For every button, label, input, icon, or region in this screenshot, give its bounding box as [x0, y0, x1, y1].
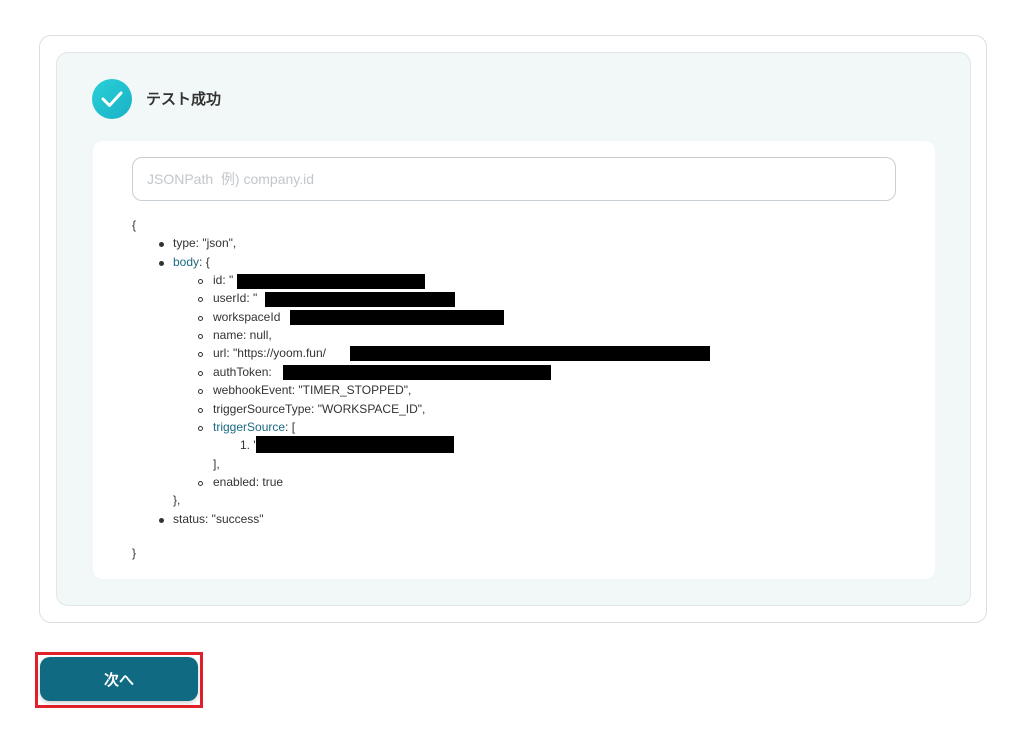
- json-array-close: ],: [213, 457, 220, 471]
- list-bullet: [159, 261, 164, 266]
- json-authtoken-line: authToken:: [213, 365, 272, 379]
- json-url-line: url: "https://yoom.fun/: [213, 346, 326, 360]
- json-status-line: status: "success": [173, 512, 264, 526]
- json-body-close: },: [173, 493, 181, 507]
- list-circle: [198, 352, 203, 357]
- json-triggersource-line: triggerSource: [: [213, 420, 296, 434]
- json-triggersource-item: 1. ": [240, 438, 258, 452]
- json-body-key[interactable]: body: [173, 255, 199, 269]
- list-circle: [198, 481, 203, 486]
- redaction-bar: [265, 292, 455, 307]
- redaction-bar: [290, 310, 504, 325]
- list-circle: [198, 389, 203, 394]
- json-userid-line: userId: ": [213, 291, 258, 305]
- list-circle: [198, 316, 203, 321]
- list-bullet: [159, 518, 164, 523]
- redaction-bar: [350, 346, 710, 361]
- list-circle: [198, 371, 203, 376]
- redaction-bar: [283, 365, 551, 380]
- json-triggersource-key[interactable]: triggerSource: [213, 420, 285, 434]
- test-success-title: テスト成功: [146, 91, 222, 108]
- json-workspaceid-line: workspaceId: [213, 310, 281, 324]
- list-circle: [198, 408, 203, 413]
- list-bullet: [159, 242, 164, 247]
- list-circle: [198, 334, 203, 339]
- json-id-line: id: ": [213, 273, 234, 287]
- next-button[interactable]: 次へ: [40, 657, 198, 701]
- json-name-line: name: null,: [213, 328, 272, 342]
- list-circle: [198, 279, 203, 284]
- jsonpath-search-input[interactable]: [132, 157, 896, 201]
- list-circle: [198, 426, 203, 431]
- check-circle-icon: [92, 79, 132, 119]
- json-type-line: type: "json",: [173, 236, 237, 250]
- json-webhookevent-line: webhookEvent: "TIMER_STOPPED",: [213, 383, 412, 397]
- json-enabled-line: enabled: true: [213, 475, 284, 489]
- redaction-bar: [256, 436, 454, 453]
- json-open-brace: {: [132, 218, 137, 232]
- json-triggersourcetype-line: triggerSourceType: "WORKSPACE_ID",: [213, 402, 426, 416]
- json-close-brace: }: [132, 546, 137, 560]
- redaction-bar: [237, 274, 425, 289]
- list-circle: [198, 297, 203, 302]
- json-body-line: body: {: [173, 255, 210, 269]
